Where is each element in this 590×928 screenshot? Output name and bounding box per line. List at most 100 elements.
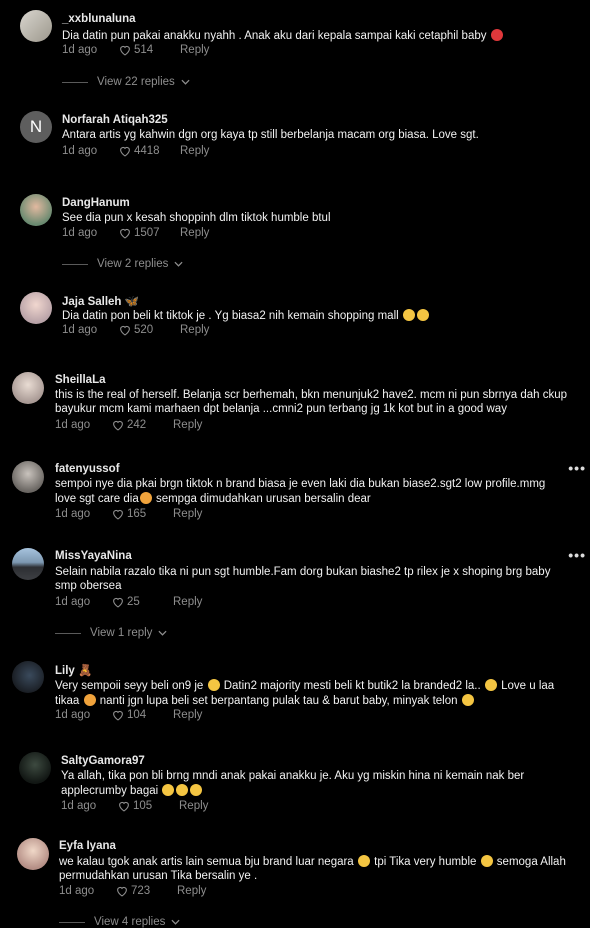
avatar[interactable] xyxy=(20,194,52,226)
reply-button[interactable]: Reply xyxy=(173,596,202,608)
like-count: 4418 xyxy=(134,145,160,157)
comment-text-line: applecrumby bagai xyxy=(61,784,159,797)
like-count: 25 xyxy=(127,596,140,608)
comment-username[interactable]: SaltyGamora97 xyxy=(61,755,145,767)
avatar[interactable] xyxy=(17,838,49,870)
tongue-emoji-icon xyxy=(461,693,474,706)
comment-text: Very sempoii seyy beli on9 je Datin2 maj… xyxy=(55,679,575,708)
comment-text-line: Ya allah, tika pon bli brng mndi anak pa… xyxy=(61,770,525,782)
comment-username[interactable]: Norfarah Atiqah325 xyxy=(62,114,168,126)
comment-text-line-wrap: we kalau tgok anak artis lain semua bju … xyxy=(59,855,579,870)
heart-icon[interactable] xyxy=(117,800,131,812)
comment-text: Antara artis yg kahwin dgn org kaya tp s… xyxy=(62,129,479,141)
comment-username[interactable]: DangHanum xyxy=(62,197,130,209)
heart-icon[interactable] xyxy=(111,596,125,608)
comment-text-line: nanti jgn lupa beli set berpantang pulak… xyxy=(99,694,458,707)
comment-text: we kalau tgok anak artis lain semua bju … xyxy=(59,855,579,883)
avatar[interactable] xyxy=(19,752,51,784)
laugh-emoji-icon xyxy=(416,309,429,321)
comment-meta: 1d ago 242 Reply xyxy=(55,419,202,431)
reply-button[interactable]: Reply xyxy=(180,227,209,239)
comment-age: 1d ago xyxy=(55,508,91,520)
comment-username[interactable]: MissYayaNina xyxy=(55,550,132,562)
comment-text-line: Datin2 majority mesti beli kt butik2 la … xyxy=(223,680,481,692)
like-count: 105 xyxy=(133,800,153,812)
like-count: 723 xyxy=(131,885,151,897)
reply-button[interactable]: Reply xyxy=(173,709,202,721)
view-replies-label: View 1 reply xyxy=(90,627,153,639)
view-replies-label: View 2 replies xyxy=(97,258,169,270)
like-count: 242 xyxy=(127,419,147,431)
teddy-bear-icon: 🧸 xyxy=(78,665,93,677)
reply-button[interactable]: Reply xyxy=(180,145,209,157)
divider xyxy=(59,921,85,923)
comment-username[interactable]: Eyfa Iyana xyxy=(59,840,116,852)
comment-text-line: we kalau tgok anak artis lain semua bju … xyxy=(59,856,354,868)
like-count: 1507 xyxy=(134,227,160,239)
username-label: Lily xyxy=(55,665,75,677)
avatar[interactable] xyxy=(12,372,44,404)
chevron-down-icon xyxy=(181,79,190,85)
hearts-face-emoji-icon xyxy=(83,693,96,706)
comment-text-line: smp obersea xyxy=(55,579,122,592)
avatar[interactable] xyxy=(12,548,44,580)
sweat-emoji-icon xyxy=(190,783,203,796)
avatar[interactable]: N xyxy=(20,111,52,143)
heart-icon[interactable] xyxy=(111,508,125,520)
comment-age: 1d ago xyxy=(62,324,98,336)
view-replies-button[interactable]: View 4 replies xyxy=(59,916,180,928)
comment-meta: 1d ago 520 Reply xyxy=(62,324,209,336)
reply-button[interactable]: Reply xyxy=(180,324,209,336)
avatar[interactable] xyxy=(12,661,44,693)
comment-username[interactable]: Jaja Salleh 🦋 xyxy=(62,294,139,308)
comment-meta: 1d ago 104 Reply xyxy=(55,709,202,721)
like-count: 514 xyxy=(134,44,154,56)
face-emoji-icon xyxy=(490,29,503,41)
comment-age: 1d ago xyxy=(59,885,95,897)
avatar-letter: N xyxy=(29,117,43,136)
sweat-emoji-icon xyxy=(176,783,189,796)
reply-button[interactable]: Reply xyxy=(177,885,206,897)
comment-age: 1d ago xyxy=(55,596,91,608)
comment-username[interactable]: _xxblunaluna xyxy=(62,13,136,25)
comment-meta: 1d ago 165 Reply xyxy=(55,508,202,520)
comment-text-line: Dia datin pon beli kt tiktok je . Yg bia… xyxy=(62,310,399,322)
comment-text-line: Selain nabila razalo tika ni pun sgt hum… xyxy=(55,566,551,578)
avatar[interactable] xyxy=(20,292,52,324)
comment-username[interactable]: Lily 🧸 xyxy=(55,663,92,677)
sweat-emoji-icon xyxy=(480,855,493,867)
reply-button[interactable]: Reply xyxy=(173,508,202,520)
comment-text-line: permudahkan urusan Tika bersalin ye . xyxy=(59,869,258,882)
divider xyxy=(62,81,88,83)
comment-username[interactable]: SheillaLa xyxy=(55,374,106,386)
more-options-icon[interactable]: ••• xyxy=(568,547,586,563)
reply-button[interactable]: Reply xyxy=(180,44,209,56)
reply-button[interactable]: Reply xyxy=(173,419,202,431)
comment-age: 1d ago xyxy=(55,419,91,431)
heart-icon[interactable] xyxy=(118,145,132,157)
comment-text: Selain nabila razalo tika ni pun sgt hum… xyxy=(55,566,575,593)
comment-meta: 1d ago 4418 Reply xyxy=(62,145,209,157)
comment-username[interactable]: fatenyussof xyxy=(55,463,120,475)
avatar[interactable] xyxy=(12,461,44,493)
view-replies-button[interactable]: View 1 reply xyxy=(55,627,167,639)
heart-icon[interactable] xyxy=(111,709,125,721)
heart-icon[interactable] xyxy=(118,324,132,336)
reply-button[interactable]: Reply xyxy=(179,800,208,812)
comment-text: Dia datin pun pakai anakku nyahh . Anak … xyxy=(62,29,582,44)
heart-icon[interactable] xyxy=(118,44,132,56)
heart-icon[interactable] xyxy=(115,885,129,897)
laugh-emoji-icon xyxy=(207,679,220,691)
like-count: 165 xyxy=(127,508,147,520)
more-options-icon[interactable]: ••• xyxy=(568,460,586,476)
comment-text: Dia datin pon beli kt tiktok je . Yg bia… xyxy=(62,309,582,324)
view-replies-button[interactable]: View 2 replies xyxy=(62,258,183,270)
heart-icon[interactable] xyxy=(111,419,125,431)
heart-icon[interactable] xyxy=(118,227,132,239)
hearts-face-emoji-icon xyxy=(139,491,152,504)
grin-emoji-icon xyxy=(484,679,497,691)
comment-meta: 1d ago 723 Reply xyxy=(59,885,206,897)
avatar[interactable] xyxy=(20,10,52,42)
view-replies-button[interactable]: View 22 replies xyxy=(62,76,190,88)
comment-text-line: Dia datin pun pakai anakku nyahh . Anak … xyxy=(62,30,487,42)
